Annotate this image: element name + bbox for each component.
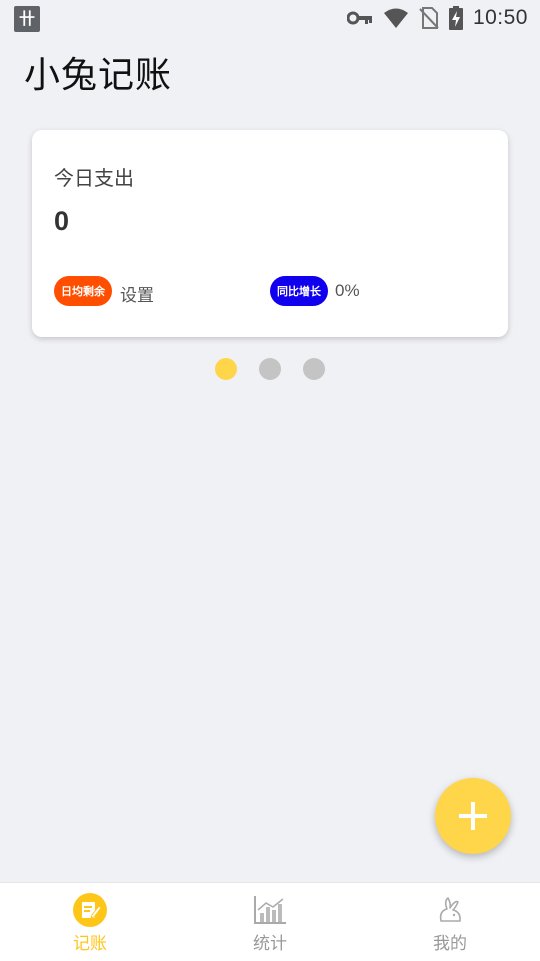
yoy-growth-value: 0% [335,281,360,300]
rabbit-icon [433,893,467,927]
card-title: 今日支出 [54,166,134,190]
nav-label-statistics: 统计 [253,934,287,954]
status-bar: 卄 10:50 [0,0,540,36]
vpn-key-icon [346,11,372,25]
settings-link[interactable]: 设置 [120,281,154,306]
add-record-button[interactable] [435,778,511,854]
page-title: 小兔记账 [24,55,173,96]
daily-remaining-badge: 日均剩余 [54,276,112,306]
today-expense-card[interactable]: 今日支出 0 日均剩余 设置 同比增长 0% [32,130,508,337]
bottom-nav: 记账 统计 我的 [0,882,540,961]
no-sim-icon [419,7,439,29]
app-notification-icon: 卄 [14,6,40,32]
expense-amount: 0 [54,206,70,236]
status-clock: 10:50 [472,6,528,29]
pager-dot[interactable] [303,358,325,380]
nav-item-bookkeeping[interactable]: 记账 [0,883,180,961]
nav-item-statistics[interactable]: 统计 [180,883,360,961]
nav-label-bookkeeping: 记账 [73,934,107,954]
pager-dot-active[interactable] [215,358,237,380]
battery-charging-icon [448,6,463,30]
nav-label-profile: 我的 [433,934,467,954]
yoy-growth-badge: 同比增长 [270,276,328,306]
plus-icon [459,802,487,830]
note-edit-icon [73,893,107,927]
pager-indicator [215,358,325,380]
status-icons: 10:50 [346,0,528,36]
wifi-icon [383,8,408,28]
nav-item-profile[interactable]: 我的 [360,883,540,961]
pager-dot[interactable] [259,358,281,380]
chart-icon [253,893,287,927]
